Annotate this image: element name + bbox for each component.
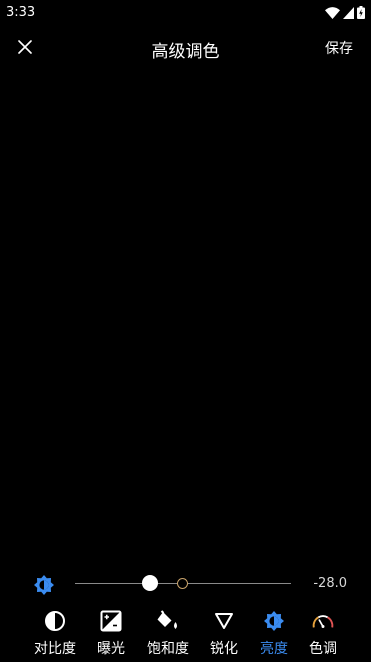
tool-sharpen[interactable]: 锐化 <box>196 606 252 658</box>
page-title: 高级调色 <box>151 42 220 62</box>
tool-label-saturation: 饱和度 <box>147 641 189 657</box>
exposure-icon <box>99 610 123 632</box>
adjustment-toolbar: 对比度 曝光 饱和度 锐化 亮度 色调 <box>0 606 371 662</box>
tool-saturation[interactable]: 饱和度 <box>140 606 196 658</box>
saturation-icon <box>156 610 180 632</box>
hue-gauge-icon <box>311 610 335 632</box>
brightness-slider[interactable] <box>75 575 291 591</box>
tool-label-sharpen: 锐化 <box>210 641 238 657</box>
tool-label-contrast: 对比度 <box>34 641 76 657</box>
slider-value: -28.0 <box>313 576 347 591</box>
slider-thumb[interactable] <box>142 575 158 591</box>
status-time: 3:33 <box>6 5 36 20</box>
tool-hue[interactable]: 色调 <box>295 606 351 658</box>
adjustment-slider-row: -28.0 <box>0 568 371 600</box>
save-button[interactable]: 保存 <box>325 38 353 58</box>
tool-contrast[interactable]: 对比度 <box>27 606 83 658</box>
status-bar: 3:33 <box>0 0 371 26</box>
brightness-icon <box>262 610 286 632</box>
sharpen-icon <box>212 610 236 632</box>
tool-brightness[interactable]: 亮度 <box>246 606 302 658</box>
wifi-icon <box>325 6 340 19</box>
top-app-bar: 高级调色 保存 <box>0 26 371 70</box>
tool-label-hue: 色调 <box>309 641 337 657</box>
slider-origin-marker <box>177 578 188 589</box>
brightness-icon <box>33 574 55 596</box>
cellular-signal-icon <box>343 6 354 19</box>
tool-label-brightness: 亮度 <box>260 641 288 657</box>
contrast-icon <box>43 610 67 632</box>
status-icons <box>325 6 365 19</box>
image-preview-canvas[interactable] <box>0 70 371 560</box>
battery-charging-icon <box>357 6 365 19</box>
tool-label-exposure: 曝光 <box>97 641 125 657</box>
tool-exposure[interactable]: 曝光 <box>83 606 139 658</box>
